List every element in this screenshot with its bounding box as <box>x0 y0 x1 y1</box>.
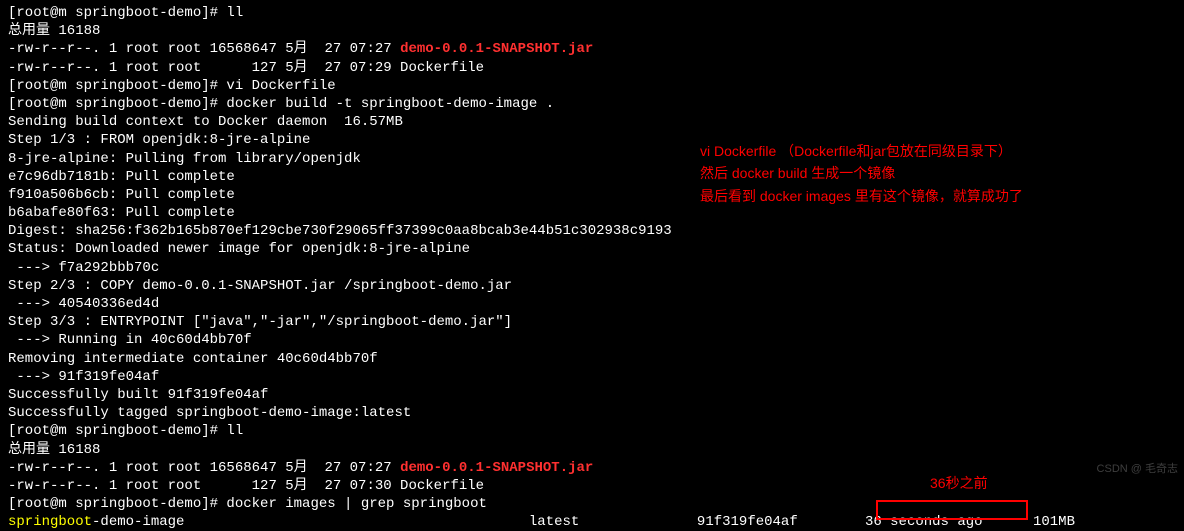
annotation-line: 然后 docker build 生成一个镜像 <box>700 162 1023 184</box>
terminal-line: Successfully built 91f319fe04af <box>8 386 1176 404</box>
terminal-line: [root@m springboot-demo]# ll <box>8 4 1176 22</box>
terminal-line: -rw-r--r--. 1 root root 127 5月 27 07:30 … <box>8 477 1176 495</box>
terminal-line: ---> 91f319fe04af <box>8 368 1176 386</box>
terminal-line: -rw-r--r--. 1 root root 16568647 5月 27 0… <box>8 40 1176 58</box>
terminal-line: [root@m springboot-demo]# docker build -… <box>8 95 1176 113</box>
terminal-line: [root@m springboot-demo]# docker images … <box>8 495 1176 513</box>
file-perms: -rw-r--r--. 1 root root 16568647 5月 27 0… <box>8 41 400 57</box>
terminal-line: ---> f7a292bbb70c <box>8 259 1176 277</box>
terminal-line: Successfully tagged springboot-demo-imag… <box>8 404 1176 422</box>
terminal-line: Step 3/3 : ENTRYPOINT ["java","-jar","/s… <box>8 313 1176 331</box>
annotation-line: vi Dockerfile （Dockerfile和jar包放在同级目录下） <box>700 140 1023 162</box>
terminal-line: Step 2/3 : COPY demo-0.0.1-SNAPSHOT.jar … <box>8 277 1176 295</box>
terminal-line: 总用量 16188 <box>8 441 1176 459</box>
watermark: CSDN @ 毛奇志 <box>1097 462 1178 476</box>
terminal-line: -rw-r--r--. 1 root root 16568647 5月 27 0… <box>8 459 1176 477</box>
annotation-line: 最后看到 docker images 里有这个镜像，就算成功了 <box>700 185 1023 207</box>
terminal-line: Sending build context to Docker daemon 1… <box>8 113 1176 131</box>
jar-filename: demo-0.0.1-SNAPSHOT.jar <box>400 41 593 57</box>
terminal-line: Status: Downloaded newer image for openj… <box>8 240 1176 258</box>
terminal-line: -rw-r--r--. 1 root root 127 5月 27 07:29 … <box>8 59 1176 77</box>
terminal-line: ---> 40540336ed4d <box>8 295 1176 313</box>
terminal-line: Digest: sha256:f362b165b870ef129cbe730f2… <box>8 222 1176 240</box>
terminal-line: 总用量 16188 <box>8 22 1176 40</box>
terminal-line: [root@m springboot-demo]# ll <box>8 422 1176 440</box>
terminal-line: [root@m springboot-demo]# vi Dockerfile <box>8 77 1176 95</box>
terminal-line: ---> Running in 40c60d4bb70f <box>8 331 1176 349</box>
terminal-line: Removing intermediate container 40c60d4b… <box>8 350 1176 368</box>
jar-filename: demo-0.0.1-SNAPSHOT.jar <box>400 460 593 476</box>
terminal-line: springboot-demo-image latest 91f319fe04a… <box>8 513 1176 531</box>
annotation-time: 36秒之前 <box>930 472 988 494</box>
annotation-instructions: vi Dockerfile （Dockerfile和jar包放在同级目录下） 然… <box>700 140 1023 207</box>
file-perms: -rw-r--r--. 1 root root 16568647 5月 27 0… <box>8 460 400 476</box>
